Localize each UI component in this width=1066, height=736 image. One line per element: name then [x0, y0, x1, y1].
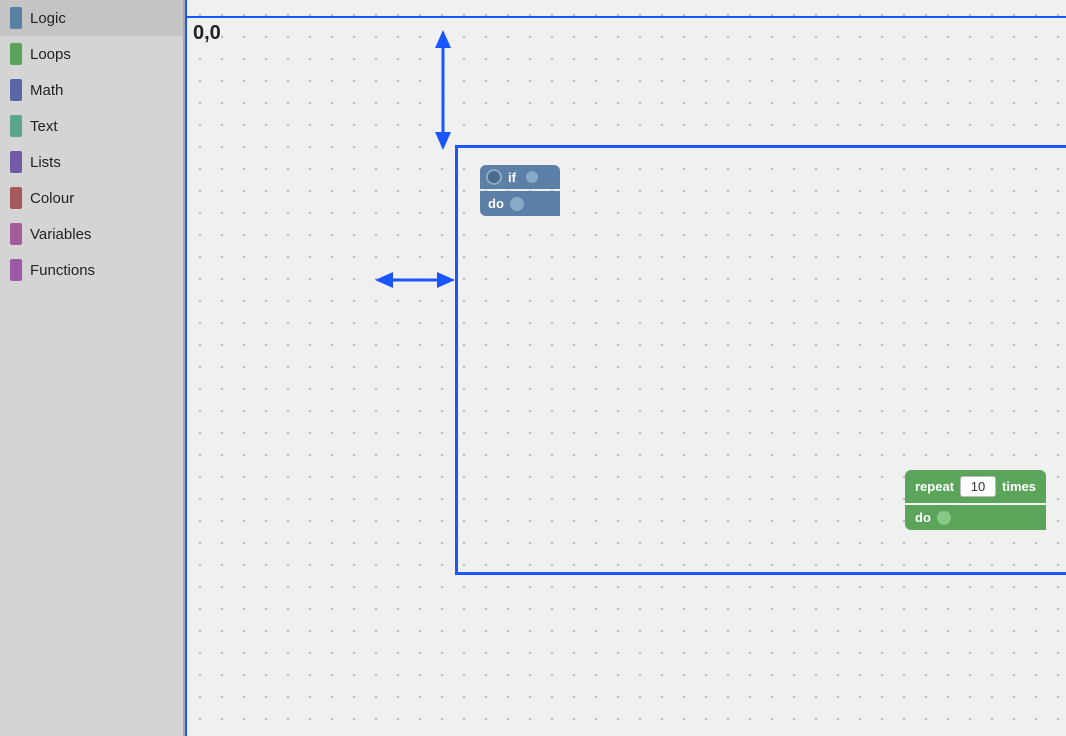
- sidebar-item-colour[interactable]: Colour: [0, 180, 183, 216]
- if-do-label: do: [488, 196, 504, 211]
- math-color-dot: [10, 79, 22, 101]
- repeat-label: repeat: [915, 479, 954, 494]
- math-label: Math: [30, 82, 63, 99]
- logic-label: Logic: [30, 10, 66, 27]
- if-notch: [526, 171, 538, 183]
- logic-color-dot: [10, 7, 22, 29]
- if-label: if: [508, 170, 516, 185]
- gear-icon: [486, 169, 502, 185]
- variables-color-dot: [10, 223, 22, 245]
- repeat-do-label: do: [915, 510, 931, 525]
- vertical-arrow: [433, 30, 453, 150]
- colour-color-dot: [10, 187, 22, 209]
- functions-label: Functions: [30, 262, 95, 279]
- if-do-notch: [510, 197, 524, 211]
- sidebar: Logic Loops Math Text Lists Colour Variables Fu…: [0, 0, 185, 736]
- lists-color-dot: [10, 151, 22, 173]
- text-label: Text: [30, 118, 58, 135]
- crosshair-horizontal: [185, 16, 1066, 18]
- sidebar-item-functions[interactable]: Functions: [0, 252, 183, 288]
- loops-label: Loops: [30, 46, 71, 63]
- colour-label: Colour: [30, 190, 74, 207]
- sidebar-item-lists[interactable]: Lists: [0, 144, 183, 180]
- crosshair-vertical: [185, 0, 187, 736]
- sidebar-item-text[interactable]: Text: [0, 108, 183, 144]
- sidebar-item-logic[interactable]: Logic: [0, 0, 183, 36]
- variables-label: Variables: [30, 226, 91, 243]
- functions-color-dot: [10, 259, 22, 281]
- horizontal-arrow: [375, 270, 455, 290]
- lists-label: Lists: [30, 154, 61, 171]
- loops-color-dot: [10, 43, 22, 65]
- repeat-times-input[interactable]: [960, 476, 996, 497]
- times-label: times: [1002, 479, 1036, 494]
- canvas-area[interactable]: 0,0 if do: [185, 0, 1066, 736]
- if-block[interactable]: if do: [480, 165, 560, 216]
- sidebar-item-loops[interactable]: Loops: [0, 36, 183, 72]
- repeat-block[interactable]: repeat times do: [905, 470, 1046, 530]
- text-color-dot: [10, 115, 22, 137]
- repeat-do-notch: [937, 511, 951, 525]
- sidebar-item-math[interactable]: Math: [0, 72, 183, 108]
- sidebar-item-variables[interactable]: Variables: [0, 216, 183, 252]
- coords-label: 0,0: [193, 22, 221, 45]
